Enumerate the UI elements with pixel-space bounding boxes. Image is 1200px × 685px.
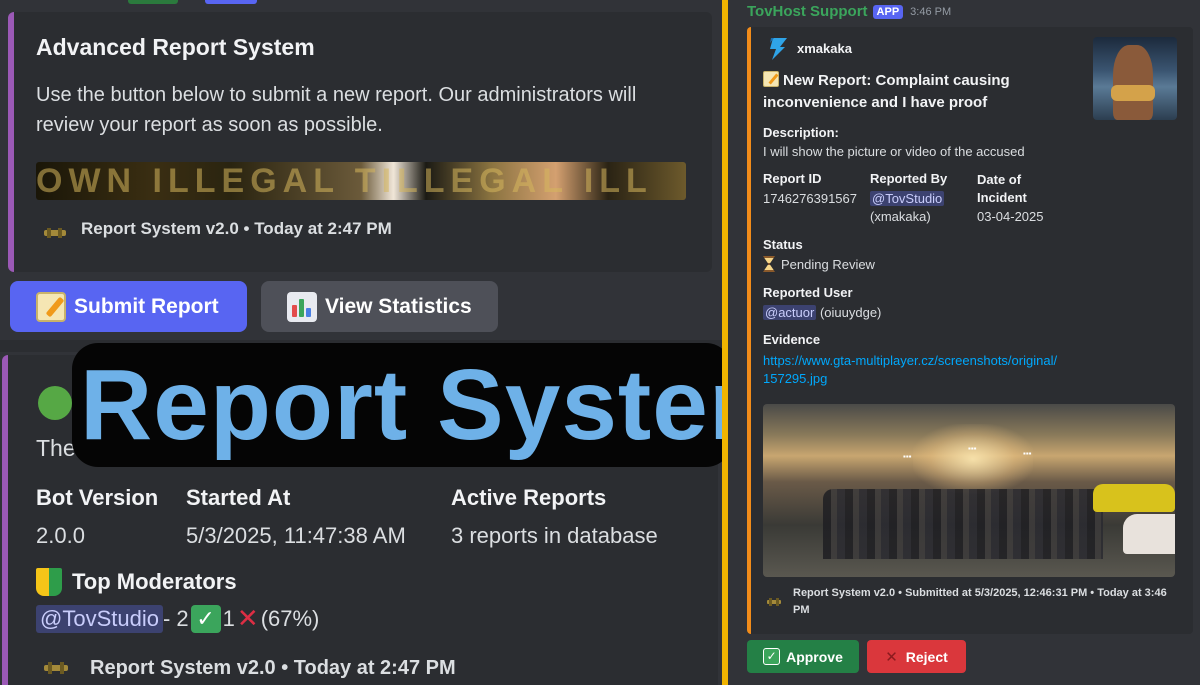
reported-by-label: Reported By	[870, 171, 948, 186]
moderator-percentage: (67%)	[260, 605, 320, 631]
field-active-reports-value: 3 reports in database	[451, 523, 658, 548]
memo-icon	[763, 71, 779, 87]
app-badge-cutoff	[205, 0, 257, 4]
submit-report-button[interactable]: Submit Report	[10, 281, 247, 332]
evidence-screenshot[interactable]: ▪▪▪ ▪▪▪ ▪▪▪	[763, 404, 1175, 577]
embed-footer: Report System v2.0 • Submitted at 5/3/20…	[793, 587, 1167, 616]
reported-by-username: (xmakaka)	[870, 209, 931, 224]
report-id-value: 1746276391567	[763, 191, 857, 206]
reported-user-value: @actuor (oiuuydge)	[763, 304, 881, 322]
report-title-text: New Report: Complaint causing inconvenie…	[763, 72, 1010, 111]
reject-button[interactable]: ✕ Reject	[867, 640, 966, 673]
embed-footer: Report System v2.0 • Today at 2:47 PM	[81, 219, 392, 238]
reported-by-value: @TovStudio (xmakaka)	[870, 190, 945, 226]
message-header: TovHost Support APP 3:46 PM	[747, 3, 951, 20]
check-mark-icon: ✓	[763, 648, 781, 665]
report-system-embed: Advanced Report System Use the button be…	[8, 12, 712, 272]
embed-title: Advanced Report System	[36, 34, 315, 60]
moderator-rejected-count: 1	[222, 605, 235, 631]
reported-user-mention[interactable]: @actuor	[763, 305, 817, 320]
embed-author[interactable]: xmakaka	[797, 41, 852, 56]
check-mark-icon: ✓	[190, 604, 221, 633]
reported-by-mention[interactable]: @TovStudio	[870, 191, 945, 206]
approve-button[interactable]: ✓ Approve	[747, 640, 859, 673]
footer-logo-icon	[767, 598, 781, 606]
field-bot-version-label: Bot Version	[36, 485, 159, 510]
moderator-mention[interactable]: @TovStudio	[36, 604, 163, 633]
approve-label: Approve	[786, 648, 843, 665]
embed-footer: Report System v2.0 • Today at 2:47 PM	[90, 657, 456, 679]
field-bot-version-value: 2.0.0	[36, 523, 85, 548]
memo-icon	[36, 291, 66, 322]
app-badge: APP	[872, 4, 904, 19]
report-id-label: Report ID	[763, 171, 822, 186]
status-text: Pending Review	[781, 257, 875, 272]
reported-user-label: Reported User	[763, 285, 853, 300]
beginner-badge-icon	[36, 568, 62, 596]
view-statistics-button[interactable]: View Statistics	[261, 281, 498, 332]
field-active-reports-label: Active Reports	[451, 485, 607, 510]
field-started-at-label: Started At	[186, 485, 291, 510]
submit-report-label: Submit Report	[74, 294, 219, 318]
description-label: Description:	[763, 125, 839, 140]
footer-logo-icon	[44, 228, 66, 238]
right-discord-panel: TovHost Support APP 3:46 PM xmakaka New …	[728, 0, 1200, 685]
embed-description: Use the button below to submit a new rep…	[36, 84, 637, 136]
green-circle-icon	[38, 386, 72, 420]
description-value: I will show the picture or video of the …	[763, 144, 1025, 159]
lightning-bolt-icon	[770, 38, 787, 60]
bar-chart-icon	[287, 291, 317, 322]
bot-author-name[interactable]: TovHost Support	[747, 3, 868, 20]
date-of-incident-value: 03-04-2025	[977, 209, 1044, 224]
top-moderators-label: Top Moderators	[72, 569, 237, 594]
top-moderators-heading: Top Moderators	[36, 568, 237, 596]
field-started-at-value: 5/3/2025, 11:47:38 AM	[186, 523, 406, 548]
author-name-cutoff	[128, 0, 178, 4]
evidence-label: Evidence	[763, 332, 821, 347]
evidence-link[interactable]: https://www.gta-multiplayer.cz/screensho…	[763, 352, 1063, 388]
new-report-embed: xmakaka New Report: Complaint causing in…	[747, 27, 1193, 634]
view-statistics-label: View Statistics	[325, 294, 472, 318]
overlay-title: Report System	[80, 349, 799, 461]
hourglass-icon	[763, 256, 775, 272]
status-text-partial: The	[36, 435, 76, 461]
moderator-entry: @TovStudio - 2 ✓ 1 ✕ (67%)	[36, 603, 319, 634]
cross-mark-icon: ✕	[236, 603, 259, 633]
status-label: Status	[763, 237, 803, 252]
message-timestamp: 3:46 PM	[910, 5, 952, 18]
moderator-approved-count: - 2	[162, 605, 189, 631]
reported-user-name: (oiuuydge)	[819, 305, 882, 320]
reject-label: Reject	[905, 648, 948, 665]
report-thumbnail[interactable]	[1093, 37, 1177, 120]
cross-mark-icon: ✕	[885, 648, 898, 666]
status-value: Pending Review	[763, 256, 875, 274]
embed-title: New Report: Complaint causing inconvenie…	[763, 70, 1083, 114]
footer-logo-icon	[44, 662, 68, 674]
banner-text: OWN ILLEGAL TILLEGAL ILL	[36, 162, 653, 200]
date-of-incident-label: Date of Incident	[977, 172, 1027, 205]
embed-banner-image: OWN ILLEGAL TILLEGAL ILL	[36, 162, 686, 200]
